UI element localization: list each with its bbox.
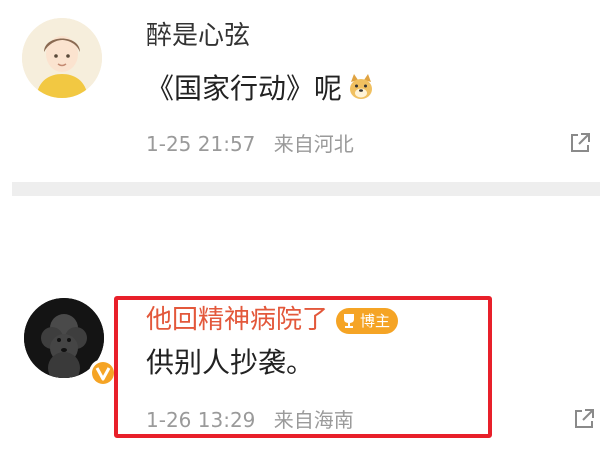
comment-time: 21:57	[197, 132, 256, 156]
comment-separator	[12, 182, 600, 196]
comment-meta: 1-25 21:57 来自河北	[146, 132, 354, 156]
avatar-illustration	[22, 18, 102, 98]
comment-text: 《国家行动》呢	[146, 72, 376, 106]
share-icon[interactable]	[568, 131, 592, 155]
highlight-box	[114, 296, 492, 438]
comment-item: 醉是心弦 《国家行动》呢 1-25 21:57 来自河北	[0, 0, 600, 172]
comment-username[interactable]: 醉是心弦	[146, 20, 250, 52]
comment-date: 1-25	[146, 132, 192, 156]
share-icon[interactable]	[572, 407, 596, 431]
doge-icon	[350, 74, 373, 99]
comment-location: 来自河北	[273, 132, 354, 156]
avatar[interactable]	[22, 18, 102, 98]
